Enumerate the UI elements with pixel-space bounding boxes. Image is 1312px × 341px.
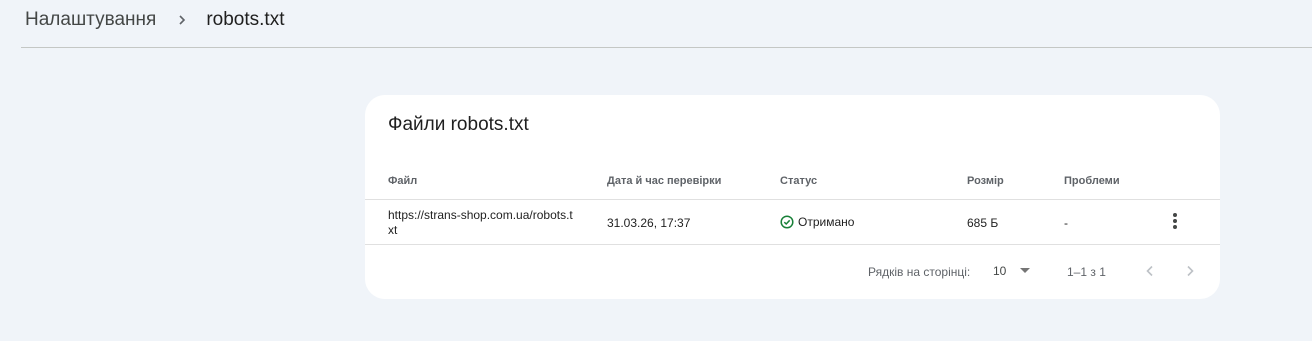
column-header-size[interactable]: Розмір (967, 175, 1004, 187)
table-header-divider (365, 199, 1220, 200)
breadcrumb-settings-link[interactable]: Налаштування (25, 9, 156, 31)
pagination-range: 1–1 з 1 (1067, 265, 1106, 279)
column-header-status[interactable]: Статус (780, 175, 817, 187)
chevron-right-icon (172, 10, 192, 30)
rows-per-page-label: Рядків на сторінці: (868, 265, 971, 279)
row-problems: - (1064, 216, 1068, 230)
breadcrumb: Налаштування robots.txt (25, 0, 284, 40)
rows-per-page-select[interactable]: 10 (993, 261, 1031, 281)
breadcrumb-current: robots.txt (206, 9, 285, 30)
column-header-problems[interactable]: Проблеми (1064, 175, 1120, 187)
row-size: 685 Б (967, 216, 999, 230)
chevron-left-icon[interactable] (1138, 259, 1162, 283)
rows-per-page-value: 10 (993, 264, 1007, 278)
column-header-file[interactable]: Файл (388, 175, 417, 187)
more-vert-icon[interactable] (1162, 208, 1188, 234)
dropdown-arrow-icon (1020, 268, 1031, 273)
robots-files-card: Файли robots.txt Файл Дата й час перевір… (365, 95, 1220, 299)
column-header-date[interactable]: Дата й час перевірки (607, 175, 721, 187)
chevron-right-icon[interactable] (1178, 259, 1202, 283)
row-status-label: Отримано (798, 215, 855, 229)
card-title: Файли robots.txt (388, 114, 529, 135)
row-file-url[interactable]: https://strans-shop.com.ua/robots.txt (388, 208, 574, 238)
table-footer-divider (365, 244, 1220, 245)
row-status: Отримано (780, 215, 854, 229)
check-circle-icon (780, 215, 794, 229)
row-check-date: 31.03.26, 17:37 (607, 216, 691, 230)
header-divider (21, 47, 1312, 48)
